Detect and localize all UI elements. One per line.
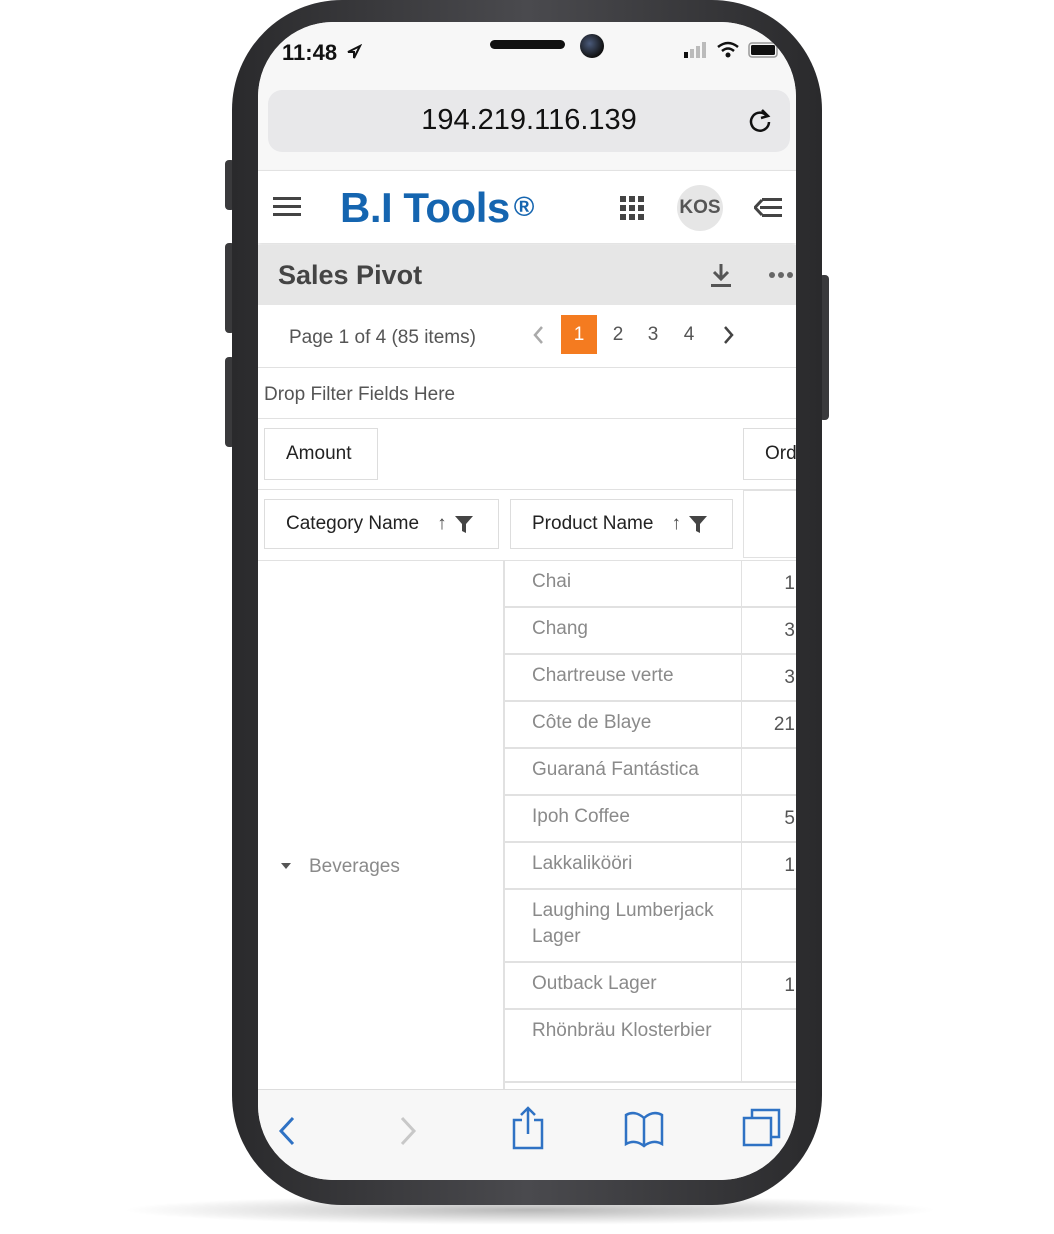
url-text: 194.219.116.139 xyxy=(421,104,637,136)
value-cell: 21 xyxy=(741,701,796,748)
value-field-amount[interactable]: Amount xyxy=(264,428,378,480)
browser-toolbar xyxy=(258,1089,796,1180)
product-cell[interactable]: Rhönbräu Klosterbier xyxy=(504,1009,742,1082)
collapse-menu-icon[interactable] xyxy=(754,197,782,217)
product-cell[interactable]: Lakkalikööri xyxy=(504,842,742,889)
page-4-button[interactable]: 4 xyxy=(679,315,699,354)
app-logo[interactable]: B.I Tools ® xyxy=(340,184,534,232)
prev-page-icon[interactable] xyxy=(532,325,544,345)
avatar[interactable]: KOS xyxy=(677,185,723,231)
forward-icon[interactable] xyxy=(399,1116,417,1146)
location-icon xyxy=(347,44,362,59)
address-bar[interactable]: 194.219.116.139 xyxy=(268,90,790,152)
divider xyxy=(258,418,796,419)
next-page-icon[interactable] xyxy=(723,325,735,345)
category-cell: Beverages xyxy=(258,560,504,1100)
collapse-arrow-icon[interactable] xyxy=(281,863,291,870)
value-cell: 3 xyxy=(741,654,796,701)
app-header: B.I Tools ® KOS xyxy=(258,170,796,243)
filter-icon[interactable] xyxy=(688,515,707,533)
value-cell xyxy=(741,1009,796,1082)
row-field-product-name[interactable]: Product Name ↑ xyxy=(510,499,733,549)
category-label: Beverages xyxy=(309,856,400,877)
signal-icon xyxy=(684,42,706,58)
sort-ascending-icon[interactable]: ↑ xyxy=(437,513,447,535)
value-cell: 1 xyxy=(741,842,796,889)
filter-icon[interactable] xyxy=(454,515,473,533)
page-2-button[interactable]: 2 xyxy=(608,315,628,354)
value-cell: 5 xyxy=(741,795,796,842)
product-cell[interactable]: Outback Lager xyxy=(504,962,742,1009)
row-field-category-name[interactable]: Category Name ↑ xyxy=(264,499,499,549)
more-icon[interactable] xyxy=(768,271,796,279)
column-field-ord[interactable]: Ord xyxy=(743,428,796,480)
wifi-icon xyxy=(717,41,739,58)
report-title-bar: Sales Pivot xyxy=(258,245,796,305)
reload-icon[interactable] xyxy=(746,107,774,135)
product-cell[interactable]: Ipoh Coffee xyxy=(504,795,742,842)
bookmarks-icon[interactable] xyxy=(624,1110,664,1148)
share-icon[interactable] xyxy=(512,1106,544,1150)
product-cell[interactable]: Guaraná Fantástica xyxy=(504,748,742,795)
pager-summary: Page 1 of 4 (85 items) xyxy=(289,327,476,348)
hamburger-icon[interactable] xyxy=(273,196,301,218)
sort-ascending-icon[interactable]: ↑ xyxy=(671,513,681,535)
product-cell[interactable]: Côte de Blaye xyxy=(504,701,742,748)
page-3-button[interactable]: 3 xyxy=(643,315,663,354)
page-title: Sales Pivot xyxy=(278,260,423,290)
back-icon[interactable] xyxy=(278,1116,296,1146)
value-cell: 1 xyxy=(741,962,796,1009)
phone-screen: 11:48 194.219.116.139 B.I Tools ® KOS Sal… xyxy=(258,22,796,1180)
product-cell[interactable]: Chang xyxy=(504,607,742,654)
tabs-icon[interactable] xyxy=(742,1108,782,1148)
page-1-button[interactable]: 1 xyxy=(561,315,597,354)
divider xyxy=(258,367,796,368)
product-cell[interactable]: Chartreuse verte xyxy=(504,654,742,701)
speaker-notch xyxy=(490,40,565,49)
battery-icon xyxy=(748,42,778,58)
value-cell: 3 xyxy=(741,607,796,654)
product-cell[interactable]: Chai xyxy=(504,560,742,607)
column-header-cell xyxy=(743,490,796,558)
value-cell: 1 xyxy=(741,560,796,607)
value-cell xyxy=(741,889,796,962)
download-icon[interactable] xyxy=(710,263,732,289)
status-time: 11:48 xyxy=(282,40,338,65)
value-cell xyxy=(741,748,796,795)
filter-drop-zone[interactable]: Drop Filter Fields Here xyxy=(264,384,455,406)
grid-icon[interactable] xyxy=(620,196,644,220)
camera xyxy=(580,34,604,58)
product-cell[interactable]: Laughing Lumberjack Lager xyxy=(504,889,742,962)
divider xyxy=(258,489,796,490)
